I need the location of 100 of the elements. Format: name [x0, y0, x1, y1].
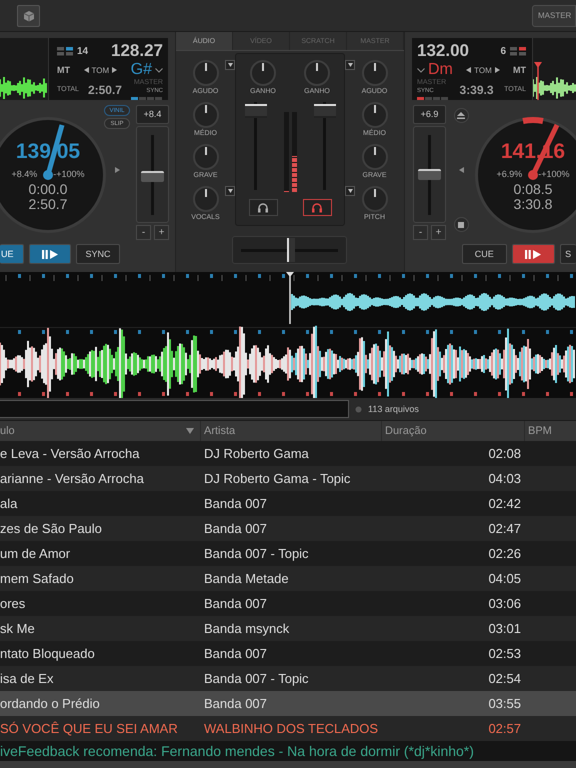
pitch-reading: +8.4	[136, 105, 169, 124]
knob[interactable]	[192, 186, 218, 212]
play-pause-icon	[42, 250, 58, 258]
chevron-down-icon[interactable]	[417, 68, 425, 72]
headphones-icon	[257, 202, 269, 213]
play-pause-button[interactable]	[512, 244, 556, 264]
track-number: 14	[77, 46, 88, 56]
knob[interactable]	[362, 144, 388, 170]
knob[interactable]	[192, 102, 218, 128]
remaining-time: 3:30.8	[514, 197, 552, 212]
headphones-button[interactable]	[302, 199, 332, 216]
crossfader-thumb[interactable]	[286, 238, 294, 262]
duration-cell-text: 02:57	[487, 721, 522, 736]
play-pause-button[interactable]	[29, 244, 71, 264]
deck-indicator-icon	[510, 46, 526, 56]
track-row[interactable]: mem Safado Banda Metade 04:05	[0, 566, 576, 591]
dropdown-icon[interactable]	[345, 186, 355, 196]
remaining-time: 2:50.7	[28, 197, 68, 212]
bpm-value: 128.27	[111, 41, 163, 61]
fader-thumb[interactable]	[244, 104, 266, 118]
artist-cell-text: Banda 007	[203, 596, 268, 611]
mode-label: MT	[57, 65, 70, 75]
pitch-thumb[interactable]	[141, 171, 164, 182]
headphones-button[interactable]	[248, 199, 278, 216]
key-value[interactable]: G#	[130, 61, 152, 79]
title-cell-text: arianne - Versão Arrocha	[0, 471, 145, 486]
duration-cell-text: 02:47	[487, 521, 522, 536]
cube-icon	[22, 10, 34, 22]
artist-cell-text: DJ Roberto Gama - Topic	[203, 471, 352, 486]
cue-button[interactable]: CUE	[462, 244, 507, 264]
pitch-percent: +6.9%	[496, 169, 522, 179]
pitch-minus-button[interactable]: -	[413, 225, 428, 240]
column-header[interactable]: BPM	[525, 421, 576, 441]
bpm-value: 132.00	[417, 41, 469, 61]
chevron-down-icon[interactable]	[154, 68, 163, 72]
title-cell-text: e Leva - Versão Arrocha	[0, 446, 140, 461]
master-button[interactable]: MASTER	[532, 4, 576, 26]
duration-cell-text: 02:26	[487, 546, 522, 561]
track-row[interactable]: arianne - Versão Arrocha DJ Roberto Gama - Topic 04:03	[0, 466, 576, 491]
dropdown-icon[interactable]	[345, 60, 355, 70]
pitch-thumb[interactable]	[418, 168, 441, 180]
eject-button[interactable]	[454, 108, 468, 123]
duration-cell-text: 03:01	[487, 621, 522, 636]
play-pause-icon	[525, 250, 542, 258]
file-count: 113 arquivos	[368, 404, 419, 414]
gain-knob[interactable]	[250, 60, 276, 86]
right-arrow-icon[interactable]	[112, 67, 118, 73]
total-time: 2:50.7	[88, 82, 122, 96]
cube-button[interactable]	[17, 4, 40, 26]
knob[interactable]	[362, 60, 388, 86]
search-field[interactable]	[0, 400, 349, 418]
dropdown-icon[interactable]	[225, 60, 235, 70]
track-row[interactable]: SÓ VOCÊ QUE EU SEI AMAR WALBINHO DOS TECLADOS 02:57	[0, 716, 576, 741]
pitch-minus-button[interactable]: -	[136, 225, 151, 240]
artist-cell-text: Banda 007	[203, 521, 268, 536]
duration-cell-text: 03:06	[487, 596, 522, 611]
deck-indicator-icon	[57, 46, 73, 56]
track-number: 6	[500, 46, 506, 56]
left-arrow-icon[interactable]	[466, 67, 472, 73]
track-row[interactable]: isa de Ex Banda 007 - Topic 02:54	[0, 666, 576, 691]
duration-cell-text: 02:42	[487, 496, 522, 511]
arrow-left-icon[interactable]	[458, 167, 464, 173]
stop-button[interactable]	[454, 217, 468, 232]
track-row[interactable]: ordando o Prédio Banda 007 03:55	[0, 691, 576, 716]
fader-thumb[interactable]	[314, 104, 336, 118]
stop-icon	[458, 222, 464, 228]
pitch-plus-button[interactable]: +	[154, 225, 169, 240]
duration-cell-text: 04:03	[487, 471, 522, 486]
key-value[interactable]: Dm	[428, 61, 453, 79]
pitch-slider[interactable]	[136, 126, 169, 223]
pitch-slider[interactable]	[413, 126, 446, 223]
title-cell-text: SÓ VOCÊ QUE EU SEI AMAR	[0, 721, 179, 736]
artist-cell-text: Banda msynck	[203, 621, 290, 636]
dropdown-icon[interactable]	[225, 186, 235, 196]
mode-label: MT	[513, 65, 526, 75]
title-cell-text: sk Me	[0, 621, 36, 636]
artist-cell-text: Banda 007	[203, 646, 268, 661]
sync-button[interactable]: SYNC	[76, 244, 120, 264]
arrow-right-icon[interactable]	[114, 167, 120, 173]
recommendation-text: iveFeedback recomenda: Fernando mendes - Na hora de dormir (*dj*kinho*)	[0, 743, 474, 759]
left-arrow-icon[interactable]	[84, 67, 88, 73]
title-cell-text: ntato Bloqueado	[0, 646, 96, 661]
track-row[interactable]: zes de São Paulo Banda 007 02:47	[0, 516, 576, 541]
pitch-plus-button[interactable]: +	[431, 225, 446, 240]
sync-button[interactable]: S	[560, 244, 576, 264]
duration-cell-text: 02:53	[487, 646, 522, 661]
title-cell-text: ores	[0, 596, 26, 611]
gain-knob[interactable]	[304, 60, 330, 86]
knob[interactable]	[362, 102, 388, 128]
headphones-icon	[311, 202, 323, 213]
knob[interactable]	[192, 60, 218, 86]
pitch-reading: +6.9	[413, 105, 446, 124]
right-arrow-icon[interactable]	[494, 67, 500, 73]
duration-cell-text: 04:05	[487, 571, 522, 586]
track-row[interactable]: sk Me Banda msynck 03:01	[0, 616, 576, 641]
sort-arrow-icon	[186, 428, 194, 434]
pitch-range: -+100%	[538, 169, 570, 179]
knob[interactable]	[192, 144, 218, 170]
knob[interactable]	[362, 186, 388, 212]
cue-button[interactable]: UE	[0, 244, 24, 264]
